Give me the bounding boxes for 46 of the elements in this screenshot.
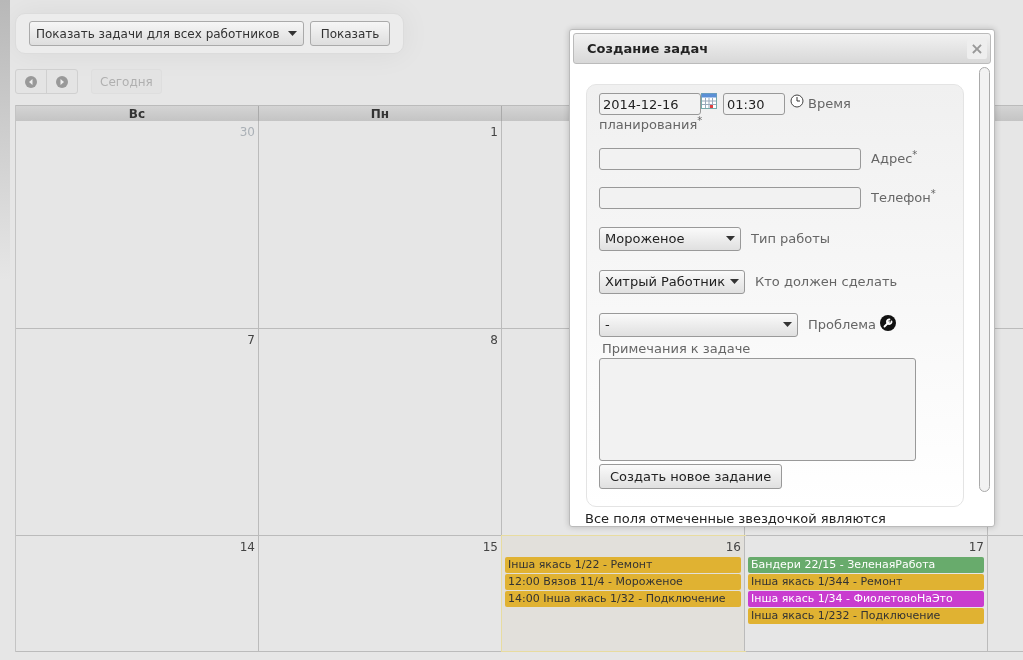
problem-label: Проблема: [808, 315, 877, 334]
day-number[interactable]: 15: [482, 538, 498, 556]
required-fields-note: Все поля отмеченные звездочкой являются: [585, 510, 886, 526]
time-label: Время: [808, 95, 851, 114]
phone-field[interactable]: [599, 186, 861, 209]
address-field[interactable]: [599, 147, 861, 170]
event-chip[interactable]: Інша якась 1/344 - Ремонт: [748, 574, 984, 590]
notes-field[interactable]: [599, 358, 916, 461]
caret-icon: [726, 236, 735, 241]
event-chip[interactable]: 14:00 Інша якась 1/32 - Подключение: [505, 591, 741, 607]
day-number[interactable]: 7: [247, 331, 255, 349]
work-type-select[interactable]: Мороженое: [599, 226, 741, 251]
day-number[interactable]: 8: [490, 331, 498, 349]
day-number[interactable]: 16: [725, 538, 741, 556]
time-label: планирования$^{*}$: [599, 115, 703, 134]
event-chip[interactable]: Інша якась 1/34 - ФиолетовоНаЭто: [748, 591, 984, 607]
day-number[interactable]: 17: [968, 538, 984, 556]
wrench-icon[interactable]: [880, 314, 897, 331]
caret-icon: [783, 322, 792, 327]
address-label: Адрес$^{*}$: [871, 148, 918, 168]
event-chip[interactable]: Інша якась 1/22 - Ремонт: [505, 557, 741, 573]
show-button[interactable]: Показать: [309, 21, 391, 46]
day-number[interactable]: 1: [490, 123, 498, 141]
worker-select[interactable]: Показать задачи для всех работников: [29, 21, 304, 46]
create-task-button[interactable]: Создать новое задание: [599, 464, 783, 489]
date-field[interactable]: 2014-12-16: [599, 93, 701, 115]
day-cell[interactable]: 16 Інша якась 1/22 - Ремонт 12:00 Вязов 11/4 - Мороженое 14:00 Інша якась 1/32 - Подключение: [502, 536, 745, 651]
worker-label: Кто должен сделать: [755, 272, 898, 291]
day-number[interactable]: 14: [239, 538, 255, 556]
work-type-label: Тип работы: [751, 229, 831, 248]
phone-label: Телефон$^{*}$: [871, 187, 936, 207]
weekday-header: Вс: [128, 107, 146, 120]
scrollbar[interactable]: [979, 67, 990, 492]
event-chip[interactable]: Інша якась 1/232 - Подключение: [748, 608, 984, 624]
worker-select[interactable]: Хитрый Работник: [599, 269, 745, 294]
weekday-header: Пн: [370, 107, 390, 120]
problem-select[interactable]: -: [599, 312, 798, 337]
calendar-icon[interactable]: [701, 93, 717, 109]
day-cell[interactable]: 17 Бандери 22/15 - ЗеленаяРабота Інша якась 1/344 - Ремонт Інша якась 1/34 - ФиолетовоНаЭто Інша якась 1/232 - Подключение: [745, 536, 988, 651]
event-chip[interactable]: 12:00 Вязов 11/4 - Мороженое: [505, 574, 741, 590]
notes-label: Примечания к задаче: [602, 339, 752, 358]
clock-icon[interactable]: [790, 94, 804, 108]
dialog-title: Создание задач: [587, 39, 709, 58]
caret-icon: [287, 31, 297, 36]
caret-icon: [730, 279, 739, 284]
time-field[interactable]: 01:30: [723, 93, 785, 115]
